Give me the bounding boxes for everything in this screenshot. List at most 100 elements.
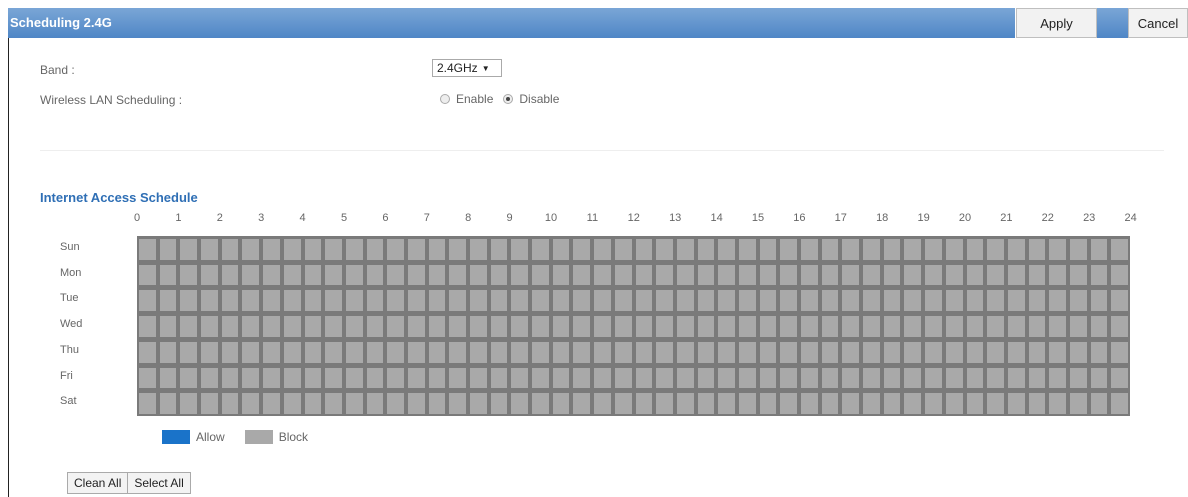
schedule-cell[interactable] [263,264,280,286]
schedule-cell[interactable] [470,341,487,363]
schedule-cell[interactable] [490,239,508,260]
schedule-cell[interactable] [987,341,1004,363]
schedule-cell[interactable] [966,341,984,363]
schedule-cell[interactable] [635,239,653,260]
schedule-cell[interactable] [139,367,156,389]
select-all-button[interactable]: Select All [128,472,191,494]
schedule-cell[interactable] [201,290,218,312]
schedule-cell[interactable] [304,264,322,286]
schedule-cell[interactable] [1090,393,1108,414]
schedule-cell[interactable] [759,239,777,260]
schedule-cell[interactable] [345,367,363,389]
schedule-cell[interactable] [614,393,632,414]
schedule-cell[interactable] [987,367,1004,389]
schedule-cell[interactable] [718,341,735,363]
schedule-cell[interactable] [780,239,797,260]
schedule-cell[interactable] [1028,264,1046,286]
schedule-cell[interactable] [925,264,942,286]
schedule-cell[interactable] [449,316,466,337]
schedule-cell[interactable] [1111,341,1128,363]
schedule-cell[interactable] [676,290,694,312]
schedule-cell[interactable] [1069,239,1087,260]
schedule-cell[interactable] [283,290,301,312]
schedule-cell[interactable] [325,290,342,312]
schedule-cell[interactable] [904,393,922,414]
schedule-cell[interactable] [180,239,198,260]
schedule-cell[interactable] [511,316,529,337]
schedule-cell[interactable] [863,290,880,312]
schedule-cell[interactable] [366,367,384,389]
schedule-cell[interactable] [1007,316,1025,337]
schedule-cell[interactable] [470,290,487,312]
schedule-cell[interactable] [925,393,942,414]
schedule-cell[interactable] [470,393,487,414]
schedule-cell[interactable] [221,316,239,337]
schedule-cell[interactable] [676,316,694,337]
schedule-cell[interactable] [883,239,901,260]
schedule-cell[interactable] [139,239,156,260]
schedule-cell[interactable] [242,316,260,337]
schedule-cell[interactable] [263,341,280,363]
schedule-cell[interactable] [490,341,508,363]
schedule-cell[interactable] [304,290,322,312]
schedule-cell[interactable] [904,316,922,337]
schedule-cell[interactable] [304,393,322,414]
schedule-cell[interactable] [201,264,218,286]
schedule-cell[interactable] [573,239,591,260]
schedule-cell[interactable] [573,290,591,312]
schedule-cell[interactable] [1069,341,1087,363]
schedule-cell[interactable] [221,341,239,363]
schedule-cell[interactable] [801,264,818,286]
schedule-cell[interactable] [366,393,384,414]
schedule-cell[interactable] [242,393,260,414]
schedule-cell[interactable] [594,316,611,337]
schedule-cell[interactable] [966,239,984,260]
schedule-cell[interactable] [1028,367,1046,389]
schedule-cell[interactable] [904,264,922,286]
disable-radio[interactable] [503,94,514,104]
schedule-cell[interactable] [573,316,591,337]
schedule-cell[interactable] [263,393,280,414]
schedule-cell[interactable] [904,341,922,363]
schedule-cell[interactable] [966,316,984,337]
schedule-cell[interactable] [1049,290,1066,312]
schedule-cell[interactable] [904,290,922,312]
schedule-cell[interactable] [1111,290,1128,312]
clean-all-button[interactable]: Clean All [67,472,129,494]
schedule-cell[interactable] [1069,367,1087,389]
schedule-cell[interactable] [304,341,322,363]
schedule-cell[interactable] [801,367,818,389]
schedule-cell[interactable] [325,367,342,389]
schedule-cell[interactable] [159,393,177,414]
schedule-cell[interactable] [1090,290,1108,312]
schedule-cell[interactable] [221,264,239,286]
schedule-cell[interactable] [883,341,901,363]
schedule-cell[interactable] [738,341,756,363]
schedule-cell[interactable] [738,290,756,312]
schedule-cell[interactable] [366,290,384,312]
schedule-cell[interactable] [1028,341,1046,363]
schedule-cell[interactable] [635,264,653,286]
schedule-cell[interactable] [842,367,860,389]
schedule-cell[interactable] [470,239,487,260]
schedule-cell[interactable] [325,316,342,337]
schedule-cell[interactable] [594,393,611,414]
schedule-cell[interactable] [490,367,508,389]
schedule-cell[interactable] [718,239,735,260]
schedule-cell[interactable] [676,341,694,363]
schedule-cell[interactable] [511,239,529,260]
schedule-cell[interactable] [656,290,673,312]
schedule-cell[interactable] [801,341,818,363]
schedule-cell[interactable] [656,393,673,414]
schedule-cell[interactable] [697,316,715,337]
schedule-cell[interactable] [656,316,673,337]
apply-button[interactable]: Apply [1016,8,1097,38]
schedule-cell[interactable] [656,341,673,363]
schedule-cell[interactable] [407,290,425,312]
schedule-cell[interactable] [304,367,322,389]
schedule-cell[interactable] [1090,264,1108,286]
schedule-cell[interactable] [263,239,280,260]
schedule-cell[interactable] [883,393,901,414]
schedule-cell[interactable] [780,367,797,389]
schedule-cell[interactable] [325,393,342,414]
